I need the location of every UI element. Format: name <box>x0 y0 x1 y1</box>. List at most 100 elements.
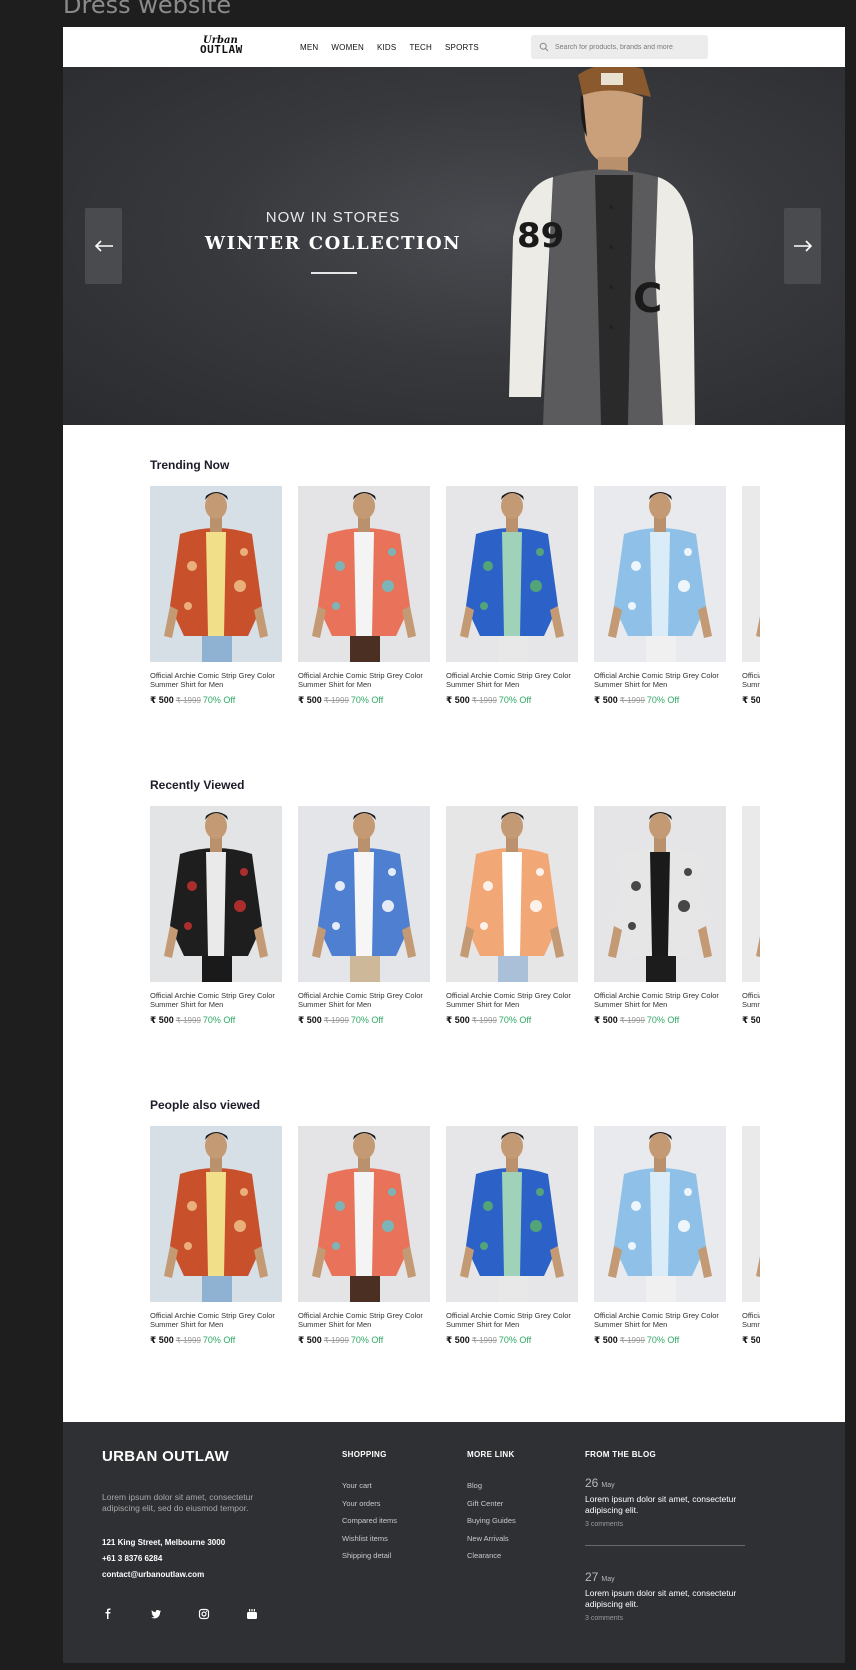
product-image[interactable] <box>742 806 760 982</box>
product-price-row: ₹ 500₹ 199970% Off <box>446 1335 578 1346</box>
product-name[interactable]: Official Archie Comic Strip Grey Color S… <box>446 671 578 689</box>
product-name[interactable]: Official Archie Comic Strip Grey Color S… <box>742 1311 760 1329</box>
hero-banner: 89 C NOW IN STORES WINTER COLLECTION <box>63 67 845 425</box>
section-title: Recently Viewed <box>150 778 245 792</box>
product-name[interactable]: Official Archie Comic Strip Grey Color S… <box>150 671 282 689</box>
blog-comments[interactable]: 3 comments <box>585 1521 745 1528</box>
footer-link-shipping-detail[interactable]: Shipping detail <box>342 1547 397 1565</box>
footer-link-your-orders[interactable]: Your orders <box>342 1495 397 1513</box>
hero-title: WINTER COLLECTION <box>204 233 462 254</box>
product-card[interactable]: Official Archie Comic Strip Grey Color S… <box>742 806 760 1026</box>
product-discount: 70% Off <box>646 695 680 705</box>
product-card[interactable]: Official Archie Comic Strip Grey Color S… <box>446 806 578 1026</box>
footer-link-buying-guides[interactable]: Buying Guides <box>467 1512 516 1530</box>
blog-comments[interactable]: 3 comments <box>585 1615 745 1622</box>
product-price: ₹ 500 <box>298 695 322 705</box>
product-card[interactable]: Official Archie Comic Strip Grey Color S… <box>150 486 282 706</box>
product-image[interactable] <box>446 1126 578 1302</box>
footer-link-wishlist-items[interactable]: Wishlist items <box>342 1530 397 1548</box>
carousel-next-button[interactable] <box>784 208 821 284</box>
product-name[interactable]: Official Archie Comic Strip Grey Color S… <box>298 1311 430 1329</box>
product-image[interactable] <box>298 1126 430 1302</box>
product-image[interactable] <box>594 1126 726 1302</box>
footer-email[interactable]: contact@urbanoutlaw.com <box>102 1567 225 1583</box>
product-image[interactable] <box>150 806 282 982</box>
product-card[interactable]: Official Archie Comic Strip Grey Color S… <box>150 806 282 1026</box>
product-discount: 70% Off <box>646 1015 680 1025</box>
product-discount: 70% Off <box>350 1015 384 1025</box>
footer-link-compared-items[interactable]: Compared items <box>342 1512 397 1530</box>
footer-link-clearance[interactable]: Clearance <box>467 1547 516 1565</box>
footer-link-gift-center[interactable]: Gift Center <box>467 1495 516 1513</box>
blog-excerpt[interactable]: Lorem ipsum dolor sit amet, consectetur … <box>585 1494 745 1516</box>
product-price-row: ₹ 500₹ 199970% Off <box>742 1335 760 1346</box>
product-image[interactable] <box>150 486 282 662</box>
nav-women[interactable]: WOMEN <box>331 43 364 52</box>
product-image[interactable] <box>150 1126 282 1302</box>
blog-divider <box>585 1545 745 1546</box>
product-card[interactable]: Official Archie Comic Strip Grey Color S… <box>742 486 760 706</box>
product-card[interactable]: Official Archie Comic Strip Grey Color S… <box>594 486 726 706</box>
product-card[interactable]: Official Archie Comic Strip Grey Color S… <box>150 1126 282 1346</box>
footer-link-blog[interactable]: Blog <box>467 1477 516 1495</box>
blog-month: May <box>601 1482 615 1489</box>
product-name[interactable]: Official Archie Comic Strip Grey Color S… <box>594 671 726 689</box>
product-image[interactable] <box>298 486 430 662</box>
blog-day: 27 <box>585 1570 599 1584</box>
search-box[interactable] <box>531 35 708 59</box>
product-card[interactable]: Official Archie Comic Strip Grey Color S… <box>594 806 726 1026</box>
product-image[interactable] <box>594 806 726 982</box>
instagram-icon[interactable] <box>198 1608 210 1620</box>
nav-kids[interactable]: KIDS <box>377 43 396 52</box>
logo[interactable]: Urban OUTLAW <box>200 35 272 57</box>
blog-post[interactable]: 27 May Lorem ipsum dolor sit amet, consec… <box>585 1570 745 1622</box>
footer-link-new-arrivals[interactable]: New Arrivals <box>467 1530 516 1548</box>
carousel-prev-button[interactable] <box>85 208 122 284</box>
product-mrp: ₹ 1999 <box>323 1336 349 1345</box>
product-name[interactable]: Official Archie Comic Strip Grey Color S… <box>742 671 760 689</box>
product-name[interactable]: Official Archie Comic Strip Grey Color S… <box>298 991 430 1009</box>
product-image[interactable] <box>446 806 578 982</box>
search-input[interactable] <box>555 35 705 59</box>
footer-col-title: SHOPPING <box>342 1450 387 1459</box>
product-name[interactable]: Official Archie Comic Strip Grey Color S… <box>150 1311 282 1329</box>
product-name[interactable]: Official Archie Comic Strip Grey Color S… <box>150 991 282 1009</box>
blog-excerpt[interactable]: Lorem ipsum dolor sit amet, consectetur … <box>585 1588 745 1610</box>
product-row: Official Archie Comic Strip Grey Color S… <box>150 1126 760 1356</box>
nav-sports[interactable]: SPORTS <box>445 43 479 52</box>
product-card[interactable]: Official Archie Comic Strip Grey Color S… <box>298 486 430 706</box>
product-image[interactable] <box>298 806 430 982</box>
product-card[interactable]: Official Archie Comic Strip Grey Color S… <box>594 1126 726 1346</box>
product-image[interactable] <box>742 1126 760 1302</box>
nav-men[interactable]: MEN <box>300 43 318 52</box>
product-card[interactable]: Official Archie Comic Strip Grey Color S… <box>298 806 430 1026</box>
product-card[interactable]: Official Archie Comic Strip Grey Color S… <box>446 1126 578 1346</box>
product-discount: 70% Off <box>498 1015 532 1025</box>
product-card[interactable]: Official Archie Comic Strip Grey Color S… <box>298 1126 430 1346</box>
product-mrp: ₹ 1999 <box>323 696 349 705</box>
product-name[interactable]: Official Archie Comic Strip Grey Color S… <box>298 671 430 689</box>
product-mrp: ₹ 1999 <box>471 1016 497 1025</box>
product-image[interactable] <box>446 486 578 662</box>
product-price-row: ₹ 500₹ 199970% Off <box>150 1335 282 1346</box>
twitter-icon[interactable] <box>150 1608 162 1620</box>
footer-address: 121 King Street, Melbourne 3000 <box>102 1538 226 1547</box>
footer-link-your-cart[interactable]: Your cart <box>342 1477 397 1495</box>
product-image[interactable] <box>742 486 760 662</box>
blog-post[interactable]: 26 May Lorem ipsum dolor sit amet, consec… <box>585 1476 745 1528</box>
nav-tech[interactable]: TECH <box>409 43 432 52</box>
product-name[interactable]: Official Archie Comic Strip Grey Color S… <box>594 991 726 1009</box>
product-price-row: ₹ 500₹ 199970% Off <box>594 695 726 706</box>
product-card[interactable]: Official Archie Comic Strip Grey Color S… <box>446 486 578 706</box>
product-name[interactable]: Official Archie Comic Strip Grey Color S… <box>446 1311 578 1329</box>
footer-contact: 121 King Street, Melbourne 3000 +61 3 83… <box>102 1535 225 1583</box>
product-name[interactable]: Official Archie Comic Strip Grey Color S… <box>446 991 578 1009</box>
facebook-icon[interactable] <box>102 1608 114 1620</box>
youtube-icon[interactable] <box>246 1608 258 1620</box>
product-card[interactable]: Official Archie Comic Strip Grey Color S… <box>742 1126 760 1346</box>
footer-phone[interactable]: +61 3 8376 6284 <box>102 1551 225 1567</box>
product-image[interactable] <box>594 486 726 662</box>
product-name[interactable]: Official Archie Comic Strip Grey Color S… <box>742 991 760 1009</box>
product-name[interactable]: Official Archie Comic Strip Grey Color S… <box>594 1311 726 1329</box>
footer-description: Lorem ipsum dolor sit amet, consectetur … <box>102 1492 254 1513</box>
